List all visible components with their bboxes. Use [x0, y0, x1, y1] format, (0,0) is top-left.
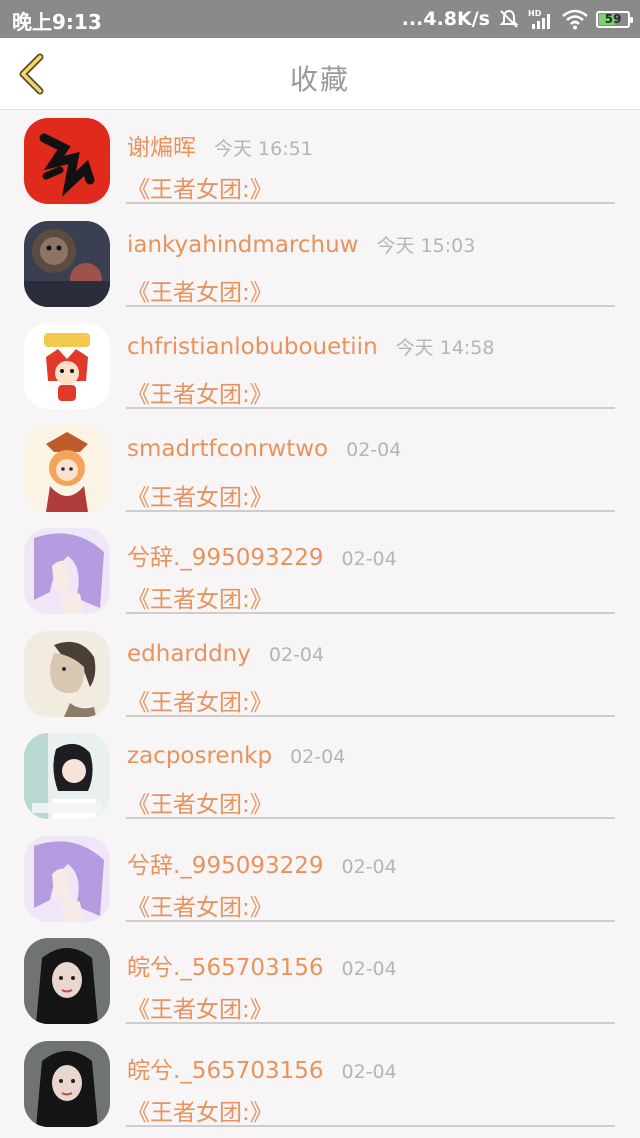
item-title: 《王者女团:》 — [127, 484, 273, 511]
list-item[interactable]: 谢煸晖 今天 16:51 《王者女团:》 — [0, 110, 640, 213]
timestamp: 02-04 — [268, 643, 325, 666]
list-item[interactable]: 兮辞._995093229 02-04 《王者女团:》 — [0, 520, 640, 623]
sender-name: 兮辞._995093229 — [127, 545, 324, 571]
avatar[interactable] — [24, 118, 110, 204]
divider — [126, 612, 615, 614]
avatar[interactable] — [24, 1040, 110, 1127]
item-title: 《王者女团:》 — [127, 587, 273, 613]
divider — [126, 202, 615, 204]
timestamp: 02-04 — [341, 855, 397, 878]
avatar[interactable] — [24, 835, 110, 922]
sender-name: 皖兮._565703156 — [127, 955, 324, 981]
list-item[interactable]: edharddny 02-04 《王者女团:》 — [0, 623, 640, 726]
list-item[interactable]: iankyahindmarchuw 今天 15:03 《王者女团:》 — [0, 213, 640, 316]
list-item[interactable]: 皖兮._565703156 02-04 《王者女团:》 — [0, 1033, 640, 1136]
timestamp: 02-04 — [346, 438, 402, 461]
favorites-list: 谢煸晖 今天 16:51 《王者女团:》 iankyahindmarchuw 今天 … — [0, 110, 640, 1135]
timestamp: 今天 15:03 — [376, 234, 476, 257]
item-title: 《王者女团:》 — [127, 177, 273, 203]
mute-bell-icon — [498, 8, 520, 30]
timestamp: 02-04 — [341, 1060, 397, 1083]
item-title: 《王者女团:》 — [127, 689, 273, 716]
divider — [126, 919, 615, 922]
sender-name: iankyahindmarchuw — [127, 231, 359, 258]
avatar[interactable] — [24, 528, 110, 614]
page-title: 收藏 — [289, 63, 350, 96]
timestamp: 02-04 — [341, 548, 397, 570]
sender-name: smadrtfconrwtwo — [127, 435, 329, 462]
item-title: 《王者女团:》 — [127, 382, 273, 408]
list-item[interactable]: zacposrenkp 02-04 《王者女团:》 — [0, 725, 640, 828]
list-item[interactable]: 兮辞._995093229 02-04 《王者女团:》 — [0, 828, 640, 931]
sender-name: edharddny — [127, 640, 251, 667]
avatar[interactable] — [24, 425, 110, 512]
divider — [126, 407, 615, 409]
network-speed: ...4.8K/s — [401, 8, 490, 30]
avatar[interactable] — [24, 220, 110, 307]
sender-name: chfristianlobubouetiin — [127, 334, 378, 360]
sender-name: zacposrenkp — [127, 743, 273, 769]
list-item[interactable]: chfristianlobubouetiin 今天 14:58 《王者女团:》 — [0, 315, 640, 418]
item-title: 《王者女团:》 — [127, 997, 273, 1023]
item-title: 《王者女团:》 — [127, 279, 273, 306]
battery-icon: 59 — [596, 10, 633, 28]
timestamp: 今天 14:58 — [395, 337, 495, 359]
divider — [126, 817, 615, 819]
sender-name: 兮辞._995093229 — [127, 852, 324, 879]
avatar[interactable] — [24, 630, 110, 717]
avatar[interactable] — [24, 938, 110, 1024]
battery-level: 59 — [604, 12, 622, 26]
sender-name: 皖兮._565703156 — [127, 1057, 324, 1084]
status-bar: 晚上9:13 ...4.8K/s HD 59 — [0, 0, 640, 38]
divider — [126, 714, 615, 717]
list-item[interactable]: 皖兮._565703156 02-04 《王者女团:》 — [0, 930, 640, 1033]
avatar[interactable] — [24, 733, 110, 819]
avatar[interactable] — [24, 323, 110, 409]
hd-signal-icon: HD — [528, 8, 554, 30]
divider — [126, 1022, 615, 1024]
sender-name: 谢煸晖 — [127, 135, 196, 161]
navigation-bar: 收藏 — [0, 38, 640, 110]
divider — [126, 509, 615, 512]
timestamp: 今天 16:51 — [214, 138, 313, 160]
timestamp: 02-04 — [290, 746, 346, 768]
item-title: 《王者女团:》 — [127, 1099, 273, 1126]
status-time: 晚上9:13 — [12, 10, 102, 34]
wifi-icon — [562, 8, 588, 30]
divider — [126, 1124, 615, 1127]
svg-text:HD: HD — [528, 9, 542, 18]
timestamp: 02-04 — [341, 958, 397, 980]
item-title: 《王者女团:》 — [127, 792, 273, 818]
divider — [126, 304, 615, 307]
list-item[interactable]: smadrtfconrwtwo 02-04 《王者女团:》 — [0, 418, 640, 521]
status-icons: ...4.8K/s HD 59 — [401, 6, 633, 32]
item-title: 《王者女团:》 — [127, 894, 273, 921]
